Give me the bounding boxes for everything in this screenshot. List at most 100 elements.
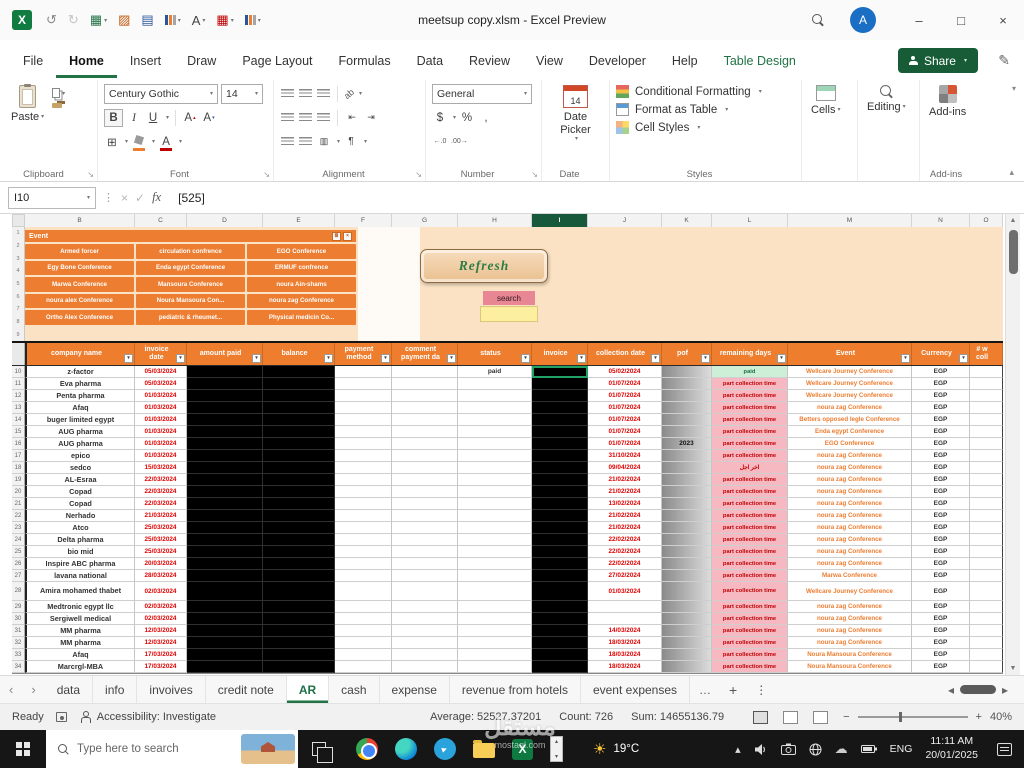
row-number[interactable]: 16: [12, 438, 25, 450]
cell-invoice-date[interactable]: 01/03/2024: [135, 402, 187, 414]
font-color-button[interactable]: A: [158, 133, 174, 151]
paragraph-direction-button[interactable]: ¶: [343, 133, 359, 151]
cell-balance[interactable]: [263, 378, 335, 390]
cell-pof[interactable]: [662, 558, 712, 570]
cell-collection-date[interactable]: 21/02/2024: [588, 486, 662, 498]
cell-company[interactable]: Penta pharma: [25, 390, 135, 402]
cell-event[interactable]: noura zag Conference: [788, 462, 912, 474]
cell-extra[interactable]: [970, 637, 1003, 649]
cell-company[interactable]: Copad: [25, 486, 135, 498]
filter-button[interactable]: ▾: [252, 354, 261, 363]
cell-status[interactable]: [458, 378, 532, 390]
cell-extra[interactable]: [970, 582, 1003, 601]
weather-widget[interactable]: ☀ 19°C: [579, 730, 653, 768]
cell-remaining-days[interactable]: part collection time: [712, 402, 788, 414]
merge-button[interactable]: ▥: [316, 133, 332, 151]
volume-icon[interactable]: [754, 743, 768, 756]
confirm-entry-icon[interactable]: ✓: [135, 191, 145, 205]
page-break-view-icon[interactable]: [813, 710, 829, 724]
cell-payment-method[interactable]: [335, 649, 392, 661]
cell-amount-paid[interactable]: [187, 661, 263, 673]
header-currency[interactable]: Currency ▾: [912, 343, 970, 365]
cell-payment-method[interactable]: [335, 414, 392, 426]
cell-status[interactable]: [458, 486, 532, 498]
cell-comment-payment[interactable]: [392, 546, 458, 558]
ribbon-tab-data[interactable]: Data: [404, 45, 456, 78]
chart-line-icon[interactable]: ▾: [244, 15, 261, 25]
slicer-item[interactable]: Physical medicin Co...: [247, 310, 356, 325]
table-row[interactable]: 32 MM pharma 12/03/2024 18/03/2024 part coll…: [12, 637, 1003, 649]
cell-invoice-date[interactable]: 22/03/2024: [135, 474, 187, 486]
cell-invoice-date[interactable]: 25/03/2024: [135, 546, 187, 558]
cell-currency[interactable]: EGP: [912, 546, 970, 558]
font-name-select[interactable]: Century Gothic ▾: [104, 83, 218, 104]
cell-company[interactable]: AUG pharma: [25, 438, 135, 450]
cell-collection-date[interactable]: 31/10/2024: [588, 450, 662, 462]
select-all-corner[interactable]: [12, 214, 25, 227]
cell-extra[interactable]: [970, 570, 1003, 582]
cell-balance[interactable]: [263, 414, 335, 426]
cell-payment-method[interactable]: [335, 534, 392, 546]
cell-invoice[interactable]: [532, 366, 588, 378]
cell-extra[interactable]: [970, 366, 1003, 378]
cell-invoice-date[interactable]: 22/03/2024: [135, 498, 187, 510]
refresh-button[interactable]: Refresh: [420, 249, 548, 283]
cell-payment-method[interactable]: [335, 474, 392, 486]
decrease-decimal-button[interactable]: .00→: [451, 133, 468, 151]
cell-currency[interactable]: EGP: [912, 498, 970, 510]
ribbon-tab-page-layout[interactable]: Page Layout: [229, 45, 325, 78]
cell-pof[interactable]: [662, 462, 712, 474]
align-right-icon[interactable]: [317, 112, 330, 123]
table-row[interactable]: 30 Sergiwell medical 02/03/2024 part collec…: [12, 613, 1003, 625]
cell-payment-method[interactable]: [335, 522, 392, 534]
cell-styles-button[interactable]: Cell Styles ▾: [616, 121, 762, 134]
filter-button[interactable]: ▾: [381, 354, 390, 363]
cell-extra[interactable]: [970, 402, 1003, 414]
cell-remaining-days[interactable]: paid: [712, 366, 788, 378]
column-letter-H[interactable]: H: [458, 214, 532, 227]
cell-collection-date[interactable]: 27/02/2024: [588, 570, 662, 582]
cell-status[interactable]: [458, 474, 532, 486]
cell-extra[interactable]: [970, 450, 1003, 462]
horizontal-scrollbar[interactable]: ◂ ▸: [948, 676, 1024, 703]
cell-pof[interactable]: [662, 522, 712, 534]
cell-invoice[interactable]: [532, 661, 588, 673]
cell-extra[interactable]: [970, 462, 1003, 474]
table-row[interactable]: 31 MM pharma 12/03/2024 14/03/2024 part coll…: [12, 625, 1003, 637]
header-comment-payment-da[interactable]: comment payment da ▾: [392, 343, 458, 365]
cell-balance[interactable]: [263, 546, 335, 558]
cell-currency[interactable]: EGP: [912, 378, 970, 390]
cell-comment-payment[interactable]: [392, 438, 458, 450]
cell-invoice-date[interactable]: 05/03/2024: [135, 366, 187, 378]
cell-company[interactable]: Amira mohamed thabet: [25, 582, 135, 601]
ribbon-tab-file[interactable]: File: [10, 45, 56, 78]
cell-collection-date[interactable]: 01/03/2024: [588, 582, 662, 601]
header-status[interactable]: status ▾: [458, 343, 532, 365]
cell-collection-date[interactable]: [588, 601, 662, 613]
cell-event[interactable]: Wellcare Journey Conference: [788, 378, 912, 390]
table-row[interactable]: 15 AUG pharma 01/03/2024 01/07/2024 part col…: [12, 426, 1003, 438]
zoom-level[interactable]: 40%: [990, 711, 1012, 723]
cell-remaining-days[interactable]: part collection time: [712, 625, 788, 637]
number-format-select[interactable]: General ▾: [432, 83, 532, 104]
cell-payment-method[interactable]: [335, 402, 392, 414]
cell-event[interactable]: noura zag Conference: [788, 486, 912, 498]
zoom-slider-thumb[interactable]: [899, 712, 903, 722]
cell-balance[interactable]: [263, 474, 335, 486]
ribbon-tab-review[interactable]: Review: [456, 45, 523, 78]
cell-status[interactable]: [458, 498, 532, 510]
cell-pof[interactable]: [662, 378, 712, 390]
cell-extra[interactable]: [970, 522, 1003, 534]
ribbon-tab-formulas[interactable]: Formulas: [326, 45, 404, 78]
cell-amount-paid[interactable]: [187, 390, 263, 402]
scrollbar-thumb[interactable]: [1008, 230, 1018, 274]
cell-currency[interactable]: EGP: [912, 438, 970, 450]
cell-collection-date[interactable]: 21/02/2024: [588, 510, 662, 522]
cell-comment-payment[interactable]: [392, 390, 458, 402]
column-letter-C[interactable]: C: [135, 214, 187, 227]
paste-button[interactable]: Paste ▾: [8, 83, 47, 166]
cell-payment-method[interactable]: [335, 601, 392, 613]
table-row[interactable]: 14 buger limited egypt 01/03/2024 01/07/202…: [12, 414, 1003, 426]
cell-event[interactable]: noura zag Conference: [788, 546, 912, 558]
cell-remaining-days[interactable]: part collection time: [712, 637, 788, 649]
